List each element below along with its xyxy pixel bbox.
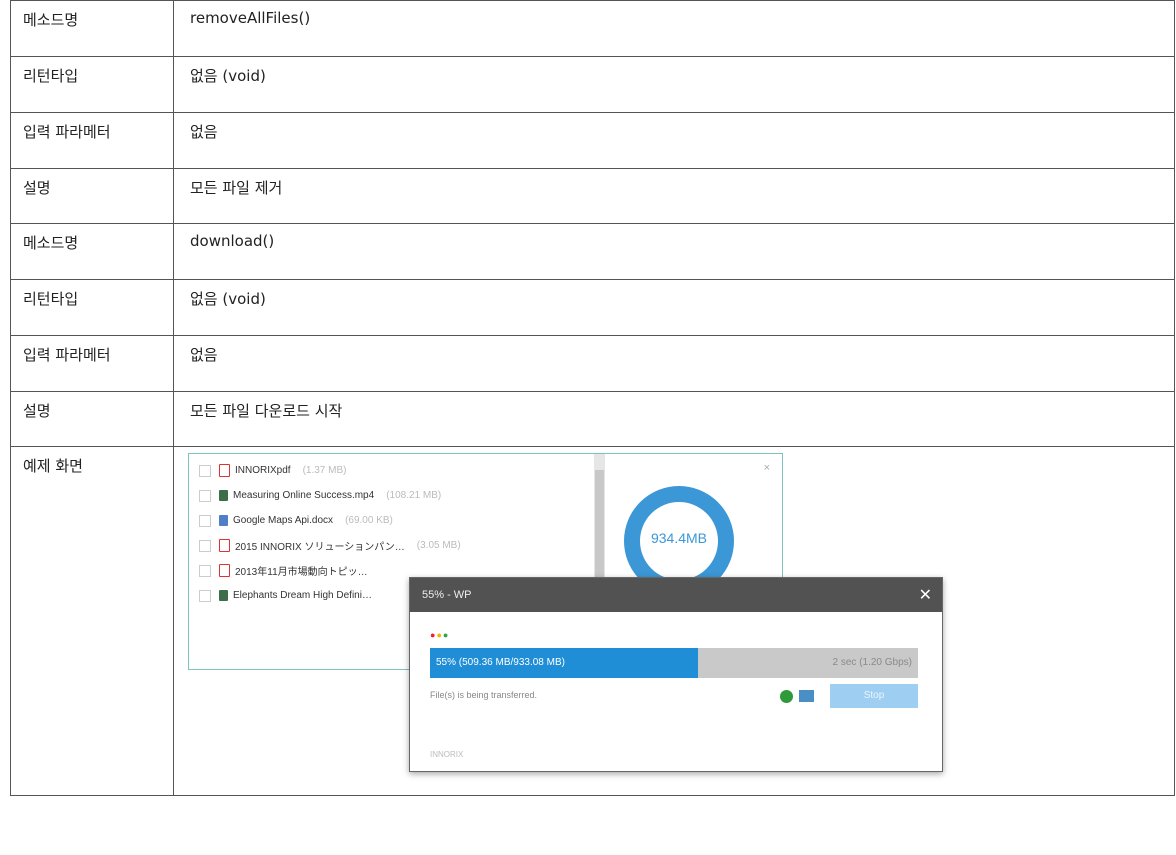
row-value: download(): [173, 223, 1175, 280]
file-name: 2013年11月市場動向トピッ…: [235, 567, 368, 578]
list-item[interactable]: INNORIXpdf (1.37 MB): [199, 458, 589, 483]
example-screen-cell: INNORIXpdf (1.37 MB) Measuring Online Su…: [173, 446, 1175, 796]
row-value: 없음: [173, 112, 1175, 169]
row-label: 리턴타입: [10, 279, 174, 336]
status-message: File(s) is being transferred.: [430, 690, 538, 700]
close-icon[interactable]: ×: [764, 462, 770, 474]
status-dots-icon: ●●●: [430, 630, 450, 640]
video-icon: [219, 490, 228, 501]
table-row: 입력 파라메터 없음: [10, 335, 1175, 392]
method-spec-table: 메소드명 removeAllFiles() 리턴타입 없음 (void) 입력 …: [10, 0, 1175, 796]
file-size: (69.00 KB): [345, 515, 393, 526]
brand-label: INNORIX: [430, 750, 464, 759]
video-icon: [219, 590, 228, 601]
pdf-icon: [219, 464, 230, 477]
table-row: 설명 모든 파일 다운로드 시작: [10, 391, 1175, 447]
row-value: 모든 파일 제거: [173, 168, 1175, 224]
table-row: 예제 화면 INNORIXpdf (1.37 MB) Measuring Onl…: [10, 446, 1175, 796]
dialog-titlebar: 55% - WP ✕: [410, 578, 942, 612]
row-value: 없음: [173, 335, 1175, 392]
example-screenshot: INNORIXpdf (1.37 MB) Measuring Online Su…: [188, 453, 948, 783]
file-checkbox[interactable]: [199, 514, 211, 527]
row-label: 예제 화면: [10, 446, 174, 796]
row-value: 없음 (void): [173, 279, 1175, 336]
close-icon[interactable]: ✕: [919, 585, 932, 605]
progress-text: 55% (509.36 MB/933.08 MB): [436, 657, 565, 668]
file-checkbox[interactable]: [199, 564, 211, 577]
file-size: (108.21 MB): [386, 490, 442, 501]
file-name: Google Maps Api.docx: [233, 515, 334, 526]
pdf-icon: [219, 539, 230, 552]
row-label: 메소드명: [10, 223, 174, 280]
file-checkbox[interactable]: [199, 539, 211, 552]
file-size: (1.37 MB): [302, 465, 347, 476]
file-checkbox[interactable]: [199, 489, 211, 502]
file-name: 2015 INNORIX ソリューションパン…: [235, 542, 405, 553]
total-size-label: 934.4MB: [650, 530, 708, 546]
chart-icon[interactable]: [799, 690, 814, 702]
list-item[interactable]: 2015 INNORIX ソリューションパン… (3.05 MB): [199, 533, 589, 558]
table-row: 메소드명 download(): [10, 223, 1175, 280]
row-label: 입력 파라메터: [10, 112, 174, 169]
pdf-icon: [219, 564, 230, 577]
refresh-icon[interactable]: [780, 690, 793, 703]
row-label: 메소드명: [10, 0, 174, 57]
file-name: Measuring Online Success.mp4: [233, 490, 375, 501]
row-value: removeAllFiles(): [173, 0, 1175, 57]
list-item[interactable]: Google Maps Api.docx (69.00 KB): [199, 508, 589, 533]
progress-dialog: 55% - WP ✕ ●●● 55% (509.36 MB/933.08 MB)…: [409, 577, 943, 772]
file-size: (3.05 MB): [416, 540, 461, 551]
scrollbar-thumb[interactable]: [595, 470, 604, 580]
file-checkbox[interactable]: [199, 589, 211, 602]
file-name: INNORIXpdf: [235, 465, 291, 476]
stop-button[interactable]: Stop: [830, 684, 918, 708]
transfer-rate: 2 sec (1.20 Gbps): [832, 657, 912, 668]
list-item[interactable]: Measuring Online Success.mp4 (108.21 MB): [199, 483, 589, 508]
row-value: 없음 (void): [173, 56, 1175, 113]
table-row: 메소드명 removeAllFiles(): [10, 0, 1175, 57]
dialog-title: 55% - WP: [422, 589, 472, 601]
dialog-icons: [780, 690, 814, 703]
row-label: 리턴타입: [10, 56, 174, 113]
table-row: 설명 모든 파일 제거: [10, 168, 1175, 224]
progress-bar: 55% (509.36 MB/933.08 MB) 2 sec (1.20 Gb…: [430, 648, 918, 678]
table-row: 리턴타입 없음 (void): [10, 279, 1175, 336]
row-label: 설명: [10, 168, 174, 224]
table-row: 입력 파라메터 없음: [10, 112, 1175, 169]
doc-icon: [219, 515, 228, 526]
file-name: Elephants Dream High Defini…: [233, 590, 372, 601]
row-value: 모든 파일 다운로드 시작: [173, 391, 1175, 447]
table-row: 리턴타입 없음 (void): [10, 56, 1175, 113]
file-checkbox[interactable]: [199, 464, 211, 477]
row-label: 설명: [10, 391, 174, 447]
row-label: 입력 파라메터: [10, 335, 174, 392]
